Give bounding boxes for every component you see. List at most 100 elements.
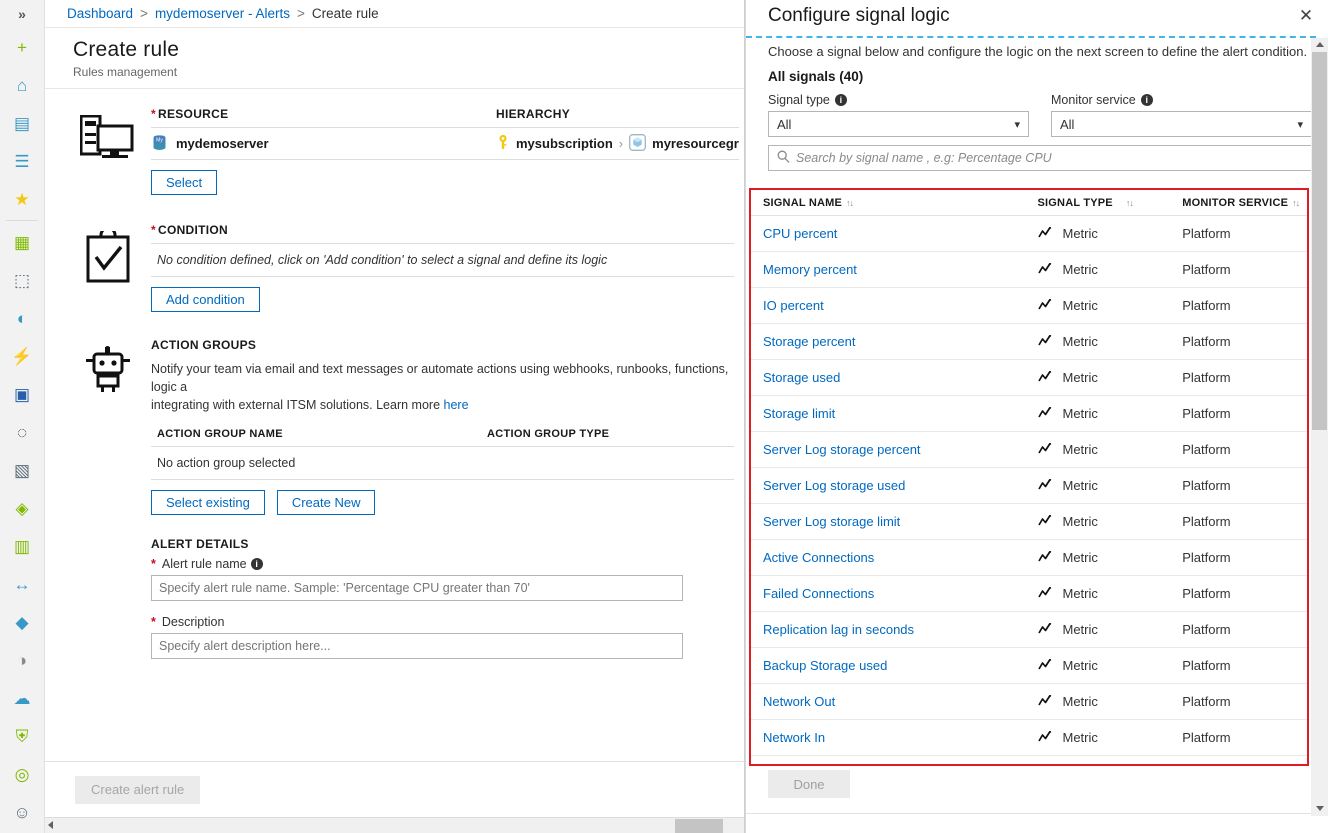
dashboard-icon[interactable]: ▤ [0,104,44,142]
signal-name-link[interactable]: Replication lag in seconds [763,622,914,637]
home-icon[interactable]: ⌂ [0,66,44,104]
signal-type-value: Metric [1062,622,1098,637]
monitor-service-select[interactable]: All ▾ [1051,111,1312,137]
table-row[interactable]: Storage used Metric Platform [751,360,1307,396]
load-balancers-icon[interactable]: ◈ [0,489,44,527]
table-row[interactable]: Replication lag in seconds Metric Platform [751,612,1307,648]
sort-arrows-icon[interactable]: ↑↓ [1292,198,1300,208]
signal-name-link[interactable]: Storage limit [763,406,835,421]
action-groups-description: Notify your team via email and text mess… [151,362,729,413]
page-subtitle: Rules management [73,65,178,79]
signal-name-link[interactable]: IO percent [763,298,824,313]
virtual-machines-icon[interactable]: ▧ [0,451,44,489]
scroll-up-arrow-icon[interactable] [1316,42,1324,47]
signal-name-link[interactable]: Server Log storage percent [763,442,921,457]
scroll-down-arrow-icon[interactable] [1316,806,1324,811]
breadcrumb-separator-2: > [296,6,305,21]
table-row[interactable]: Server Log storage used Metric Platform [751,468,1307,504]
table-row[interactable]: IO percent Metric Platform [751,288,1307,324]
virtual-machines-icon-glyph: ▧ [13,460,31,480]
done-bar: Done [746,770,1312,798]
signal-name-link[interactable]: Network Out [763,694,835,709]
table-row[interactable]: Storage limit Metric Platform [751,396,1307,432]
expand-nav-icon[interactable]: » [0,0,44,28]
signal-name-link[interactable]: Server Log storage used [763,478,905,493]
resource-groups-icon[interactable]: ⬚ [0,261,44,299]
server-monitor-icon [65,107,151,195]
col-signal-name[interactable]: SIGNAL NAME ↑↓ [763,197,1038,209]
signal-name-link[interactable]: Memory percent [763,262,857,277]
scroll-left-arrow-icon[interactable] [48,821,53,829]
azure-active-directory-icon[interactable]: ◆ [0,603,44,641]
table-row[interactable]: Server Log storage limit Metric Platform [751,504,1307,540]
col-monitor-service[interactable]: MONITOR SERVICE ↑↓ [1182,197,1307,209]
all-services-icon[interactable]: ☰ [0,142,44,180]
signal-name-link[interactable]: Active Connections [763,550,874,565]
advisor-icon[interactable]: ☁ [0,679,44,717]
all-resources-icon[interactable]: ▦ [0,223,44,261]
create-alert-rule-button[interactable]: Create alert rule [75,775,201,804]
favorites-star-icon[interactable]: ★ [0,180,44,218]
signal-name-link[interactable]: Network In [763,730,825,745]
filters-row: Signal type i All ▾ Monitor service i Al… [768,93,1312,137]
sort-arrows-icon[interactable]: ↑↓ [846,198,854,208]
signal-name-link[interactable]: Backup Storage used [763,658,887,673]
virtual-networks-icon[interactable]: ↔ [0,565,44,603]
sort-arrows-icon[interactable]: ↑↓ [1126,198,1134,208]
help-support-icon[interactable]: ☺ [0,793,44,831]
horizontal-scrollbar[interactable] [45,817,744,833]
create-resource-icon[interactable]: + [0,28,44,66]
metric-chart-icon [1037,730,1054,746]
blade-footer: Create alert rule [45,761,744,817]
monitor-service-value: Platform [1182,730,1231,745]
close-icon[interactable]: ✕ [1294,4,1318,28]
app-services-icon[interactable]: ◐ [0,299,44,337]
table-row[interactable]: Memory percent Metric Platform [751,252,1307,288]
create-new-action-group-button[interactable]: Create New [276,490,376,516]
table-row[interactable]: Backup Storage used Metric Platform [751,648,1307,684]
breadcrumb-item-dashboard[interactable]: Dashboard [67,6,133,21]
vertical-scroll-thumb[interactable] [1312,52,1327,430]
security-center-icon-glyph: ⛨ [15,726,29,746]
cost-management-icon[interactable]: ◎ [0,755,44,793]
function-apps-icon[interactable]: ⚡ [0,337,44,375]
signal-name-link[interactable]: Server Log storage limit [763,514,900,529]
metric-chart-icon [1037,622,1054,638]
description-input[interactable]: Specify alert description here... [151,633,683,660]
col-signal-type[interactable]: SIGNAL TYPE ↑↓ [1038,197,1183,209]
monitor-icon[interactable]: ◑ [0,641,44,679]
table-row[interactable]: Network Out Metric Platform [751,684,1307,720]
monitor-service-value: Platform [1182,550,1231,565]
table-row[interactable]: Active Connections Metric Platform [751,540,1307,576]
table-row[interactable]: CPU percent Metric Platform [751,216,1307,252]
azure-cosmos-db-icon[interactable]: ◌ [0,413,44,451]
metric-chart-icon [1037,334,1054,350]
select-existing-button[interactable]: Select existing [151,490,265,516]
monitor-service-value: Platform [1182,334,1231,349]
signal-name-link[interactable]: Storage percent [763,334,856,349]
signal-name-link[interactable]: CPU percent [763,226,837,241]
signal-name-link[interactable]: Storage used [763,370,840,385]
search-input[interactable]: Search by signal name , e.g: Percentage … [768,145,1320,171]
signals-table: SIGNAL NAME ↑↓ SIGNAL TYPE ↑↓ MONITOR SERV… [751,190,1307,764]
sql-databases-icon[interactable]: ▣ [0,375,44,413]
horizontal-scroll-thumb[interactable] [675,819,723,833]
done-button[interactable]: Done [768,770,850,798]
vertical-scrollbar[interactable] [1311,38,1328,816]
security-center-icon[interactable]: ⛨ [0,717,44,755]
add-condition-button[interactable]: Add condition [151,287,260,312]
table-row[interactable]: Server Log storage percent Metric Platform [751,432,1307,468]
table-row[interactable]: Storage percent Metric Platform [751,324,1307,360]
table-row[interactable]: Network In Metric Platform [751,720,1307,756]
left-nav-rail[interactable]: » + ⌂ ▤ ☰ ★ ▦ ⬚ ◐ ⚡ ▣ ◌ ▧ ◈ ▥ ↔ ◆ ◑ ☁ ⛨ ◎ ☺ [0,0,45,833]
storage-accounts-icon[interactable]: ▥ [0,527,44,565]
table-row[interactable]: Failed Connections Metric Platform [751,576,1307,612]
select-resource-button[interactable]: Select [151,170,218,195]
learn-more-link[interactable]: here [444,398,469,412]
signal-type-select[interactable]: All ▾ [768,111,1029,137]
help-support-icon-glyph: ☺ [13,802,31,822]
signal-name-link[interactable]: Failed Connections [763,586,874,601]
alert-rule-name-input[interactable]: Specify alert rule name. Sample: 'Percen… [151,575,683,602]
breadcrumb-item-alerts[interactable]: mydemoserver - Alerts [155,6,290,21]
signal-type-value: Metric [1062,478,1098,493]
